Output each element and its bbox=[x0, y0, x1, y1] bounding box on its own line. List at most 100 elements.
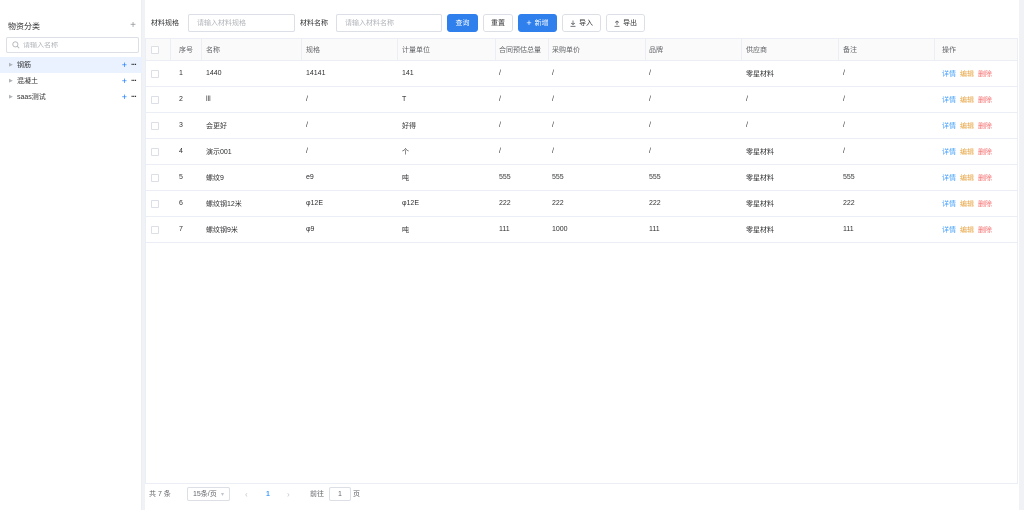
edit-link[interactable]: 编辑 bbox=[960, 147, 974, 157]
spec-label: 材料规格 bbox=[151, 20, 179, 27]
reset-button[interactable]: 重置 bbox=[483, 14, 513, 32]
caret-right-icon[interactable]: ▶ bbox=[9, 94, 17, 100]
table-row: 4 演示001 / 个 / / / 零星材料 / 详情 编辑 删除 bbox=[146, 139, 1017, 165]
select-all-checkbox[interactable] bbox=[151, 39, 159, 60]
row-checkbox[interactable] bbox=[151, 113, 159, 138]
cell-supplier: 零星材料 bbox=[746, 226, 774, 234]
detail-link[interactable]: 详情 bbox=[942, 199, 956, 209]
sidebar-search-box[interactable] bbox=[6, 37, 139, 53]
cell-name: 会更好 bbox=[206, 122, 227, 130]
tree-item-gangjin[interactable]: ▶ 钢筋 + ··· bbox=[0, 57, 142, 73]
cell-brand: / bbox=[649, 148, 651, 155]
export-button[interactable]: 导出 bbox=[606, 14, 645, 32]
spec-input[interactable] bbox=[188, 14, 295, 32]
query-button-label: 查询 bbox=[455, 20, 470, 27]
cell-name: 演示001 bbox=[206, 148, 232, 156]
add-child-icon[interactable]: + bbox=[122, 92, 127, 102]
row-checkbox[interactable] bbox=[151, 61, 159, 86]
row-checkbox[interactable] bbox=[151, 217, 159, 242]
checkbox-box[interactable] bbox=[151, 173, 159, 182]
delete-link[interactable]: 删除 bbox=[978, 121, 992, 131]
sidebar-search-input[interactable] bbox=[23, 41, 133, 49]
next-page-icon[interactable]: › bbox=[287, 487, 290, 501]
cell-unit: 141 bbox=[402, 70, 414, 77]
row-checkbox[interactable] bbox=[151, 191, 159, 216]
cell-remark: 555 bbox=[843, 174, 855, 181]
detail-link[interactable]: 详情 bbox=[942, 95, 956, 105]
prev-page-icon[interactable]: ‹ bbox=[245, 487, 248, 501]
more-icon[interactable]: ··· bbox=[131, 93, 137, 101]
checkbox-box[interactable] bbox=[151, 121, 159, 130]
name-input[interactable] bbox=[336, 14, 442, 32]
cell-supplier: 零星材料 bbox=[746, 200, 774, 208]
delete-link[interactable]: 删除 bbox=[978, 69, 992, 79]
add-child-icon[interactable]: + bbox=[122, 60, 127, 70]
table-row: 3 会更好 / 好得 / / / / / 详情 编辑 删除 bbox=[146, 113, 1017, 139]
col-header-actions: 操作 bbox=[942, 46, 956, 54]
reset-button-label: 重置 bbox=[491, 20, 505, 27]
caret-right-icon[interactable]: ▶ bbox=[9, 78, 17, 84]
detail-link[interactable]: 详情 bbox=[942, 69, 956, 79]
checkbox-box[interactable] bbox=[151, 69, 159, 78]
checkbox-box[interactable] bbox=[151, 45, 159, 54]
row-checkbox[interactable] bbox=[151, 139, 159, 164]
cell-spec: 14141 bbox=[306, 70, 326, 77]
cell-remark: / bbox=[843, 122, 845, 129]
search-icon bbox=[12, 41, 20, 49]
cell-name: 螺纹钢12米 bbox=[206, 200, 242, 208]
goto-page-value: 1 bbox=[338, 490, 342, 498]
cell-name: 螺纹9 bbox=[206, 174, 224, 182]
row-checkbox[interactable] bbox=[151, 87, 159, 112]
cell-actions: 详情 编辑 删除 bbox=[942, 113, 996, 138]
edit-link[interactable]: 编辑 bbox=[960, 173, 974, 183]
delete-link[interactable]: 删除 bbox=[978, 173, 992, 183]
edit-link[interactable]: 编辑 bbox=[960, 69, 974, 79]
row-checkbox[interactable] bbox=[151, 165, 159, 190]
edit-link[interactable]: 编辑 bbox=[960, 199, 974, 209]
cell-name: 螺纹钢9米 bbox=[206, 226, 238, 234]
cell-actions: 详情 编辑 删除 bbox=[942, 61, 996, 86]
add-child-icon[interactable]: + bbox=[122, 76, 127, 86]
add-category-icon[interactable]: + bbox=[128, 21, 138, 31]
col-header-remark: 备注 bbox=[843, 46, 857, 54]
checkbox-box[interactable] bbox=[151, 147, 159, 156]
total-count: 共 7 条 bbox=[149, 491, 171, 498]
page-size-select[interactable]: 15条/页 ▾ bbox=[187, 487, 230, 501]
cell-unit-price: / bbox=[552, 96, 554, 103]
col-header-spec: 规格 bbox=[306, 46, 320, 54]
cell-index: 6 bbox=[179, 200, 183, 207]
col-header-unit-price: 采购单价 bbox=[552, 46, 580, 54]
detail-link[interactable]: 详情 bbox=[942, 121, 956, 131]
add-button[interactable]: + 新增 bbox=[518, 14, 557, 32]
checkbox-box[interactable] bbox=[151, 199, 159, 208]
cell-brand: 222 bbox=[649, 200, 661, 207]
edit-link[interactable]: 编辑 bbox=[960, 225, 974, 235]
cell-actions: 详情 编辑 删除 bbox=[942, 217, 996, 242]
import-button[interactable]: 导入 bbox=[562, 14, 601, 32]
more-icon[interactable]: ··· bbox=[131, 77, 137, 85]
goto-label: 前往 bbox=[310, 491, 324, 498]
more-icon[interactable]: ··· bbox=[131, 61, 137, 69]
delete-link[interactable]: 删除 bbox=[978, 95, 992, 105]
cell-spec: φ9 bbox=[306, 226, 315, 233]
tree-item-saas-test[interactable]: ▶ saas测试 + ··· bbox=[0, 89, 142, 105]
query-button[interactable]: 查询 bbox=[447, 14, 478, 32]
detail-link[interactable]: 详情 bbox=[942, 225, 956, 235]
delete-link[interactable]: 删除 bbox=[978, 199, 992, 209]
page-number-current[interactable]: 1 bbox=[266, 487, 270, 501]
detail-link[interactable]: 详情 bbox=[942, 147, 956, 157]
delete-link[interactable]: 删除 bbox=[978, 147, 992, 157]
delete-link[interactable]: 删除 bbox=[978, 225, 992, 235]
checkbox-box[interactable] bbox=[151, 225, 159, 234]
caret-right-icon[interactable]: ▶ bbox=[9, 62, 17, 68]
cell-unit: T bbox=[402, 96, 407, 103]
detail-link[interactable]: 详情 bbox=[942, 173, 956, 183]
edit-link[interactable]: 编辑 bbox=[960, 121, 974, 131]
pagination: 共 7 条 15条/页 ▾ ‹ 1 › 前往 1 页 bbox=[145, 487, 1019, 501]
cell-index: 1 bbox=[179, 70, 183, 77]
checkbox-box[interactable] bbox=[151, 95, 159, 104]
goto-page-input[interactable]: 1 bbox=[329, 487, 351, 501]
tree-item-hunningtu[interactable]: ▶ 混凝土 + ··· bbox=[0, 73, 142, 89]
edit-link[interactable]: 编辑 bbox=[960, 95, 974, 105]
cell-contract-qty: / bbox=[499, 70, 501, 77]
